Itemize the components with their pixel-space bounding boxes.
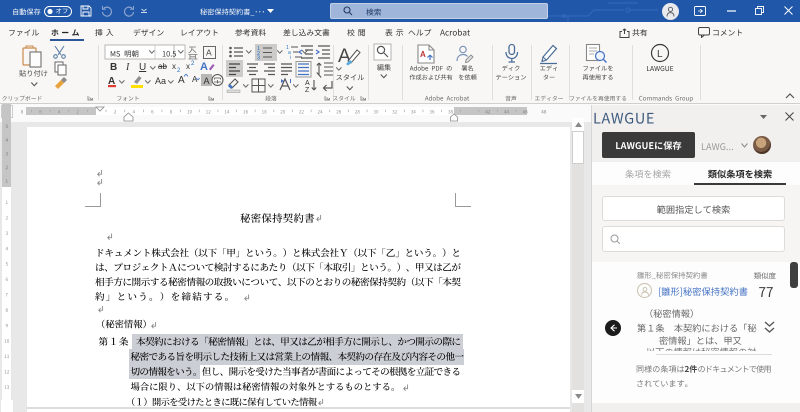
svg-text:L: L	[657, 49, 663, 60]
svg-text:A: A	[178, 75, 185, 86]
svg-text:Aa: Aa	[155, 76, 166, 86]
svg-text:Z: Z	[305, 87, 310, 94]
svg-text:U: U	[139, 62, 146, 73]
svg-text:3: 3	[257, 56, 260, 62]
svg-text:2: 2	[177, 68, 181, 74]
svg-text:I: I	[125, 62, 130, 73]
svg-text:A: A	[206, 48, 212, 58]
svg-text:i: i	[290, 55, 291, 61]
svg-text:x: x	[172, 62, 176, 71]
svg-text:A: A	[305, 80, 310, 87]
svg-text:A: A	[204, 76, 210, 86]
svg-text:B: B	[110, 62, 117, 73]
svg-text:A: A	[200, 61, 208, 73]
svg-text:2: 2	[191, 61, 195, 67]
svg-text:x: x	[186, 62, 190, 71]
svg-text:A: A	[420, 50, 426, 59]
svg-text:ab: ab	[158, 62, 167, 71]
